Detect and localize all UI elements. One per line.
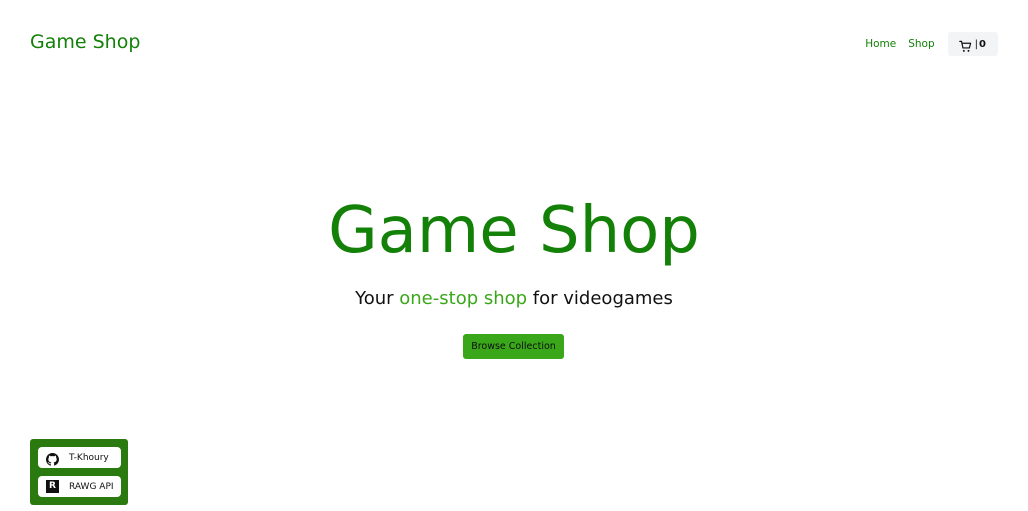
hero-title: Game Shop — [328, 194, 700, 268]
site-header: Game Shop Home Shop | 0 — [0, 0, 1028, 88]
rawg-credit-link[interactable]: R RAWG API — [38, 476, 121, 497]
browse-collection-button[interactable]: Browse Collection — [463, 334, 564, 359]
subtitle-text-after: for videogames — [527, 288, 673, 309]
brand-logo-link[interactable]: Game Shop — [30, 31, 140, 53]
github-credit-link[interactable]: T-Khoury — [38, 447, 121, 468]
cart-button[interactable]: | 0 — [947, 32, 998, 56]
cart-icon — [958, 38, 972, 52]
main-nav: Home Shop | 0 — [865, 32, 998, 56]
hero-subtitle: Your one-stop shop for videogames — [0, 288, 1028, 309]
credits-panel: T-Khoury R RAWG API — [30, 439, 128, 505]
rawg-credit-label: RAWG API — [69, 481, 114, 492]
nav-home-link[interactable]: Home — [865, 38, 896, 50]
github-credit-label: T-Khoury — [69, 452, 109, 463]
cart-separator: | — [974, 38, 979, 50]
rawg-logo-icon: R — [46, 480, 59, 493]
cart-count-badge: 0 — [979, 38, 986, 50]
github-icon — [46, 451, 59, 466]
nav-shop-link[interactable]: Shop — [908, 38, 934, 50]
subtitle-accent: one-stop shop — [399, 288, 528, 309]
subtitle-text-before: Your — [355, 288, 400, 309]
